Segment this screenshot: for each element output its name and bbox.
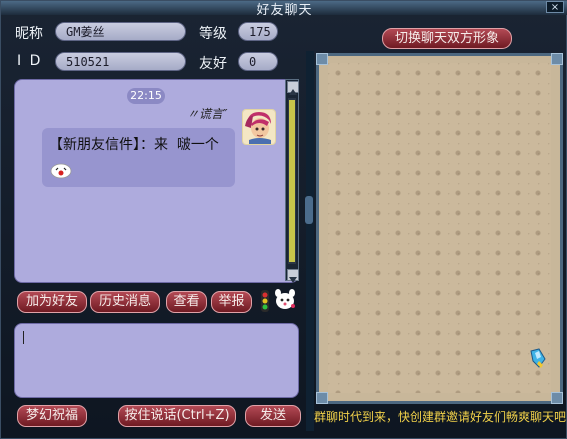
nickname-label: 昵称 — [15, 26, 43, 42]
close-icon: × — [550, 2, 560, 13]
frame-corner — [316, 53, 328, 65]
traffic-light-icon — [260, 289, 270, 313]
friend-chat-window: 好友聊天 × 昵称 GM姜丝 等级 175 I D 510521 友好 0 22… — [0, 0, 567, 439]
window-title: 好友聊天 — [256, 3, 313, 18]
message-input[interactable] — [14, 323, 299, 398]
history-button[interactable]: 历史消息 — [90, 291, 160, 313]
level-field: 175 — [238, 22, 278, 41]
panel-divider — [306, 51, 314, 431]
push-to-talk-button[interactable]: 按住说话(Ctrl+Z) — [118, 405, 236, 427]
message-text: 【新朋友信件】：来 啵一个 — [49, 137, 219, 153]
switch-appearance-button[interactable]: 切换聊天双方形象 — [382, 28, 512, 49]
blessing-button[interactable]: 梦幻祝福 — [17, 405, 87, 427]
avatar[interactable] — [242, 109, 276, 145]
chat-scrollbar[interactable] — [285, 79, 299, 283]
portrait-area — [328, 63, 551, 393]
sender-name: 〃谎言″ — [187, 107, 228, 121]
gem-icon[interactable] — [529, 347, 547, 369]
send-button[interactable]: 发送 — [245, 405, 301, 427]
scroll-down-arrow[interactable] — [287, 269, 299, 283]
group-chat-notice[interactable]: 群聊时代到来，快创建群邀请好友们畅爽聊天吧 — [314, 408, 567, 425]
frame-corner — [316, 392, 328, 404]
level-label: 等级 — [199, 26, 227, 42]
close-button[interactable]: × — [546, 1, 564, 13]
text-caret — [23, 331, 24, 344]
nickname-field: GM姜丝 — [55, 22, 186, 41]
title-bar[interactable]: 好友聊天 × — [1, 1, 567, 18]
frame-corner — [551, 53, 563, 65]
view-button[interactable]: 查看 — [166, 291, 207, 313]
id-label: I D — [17, 53, 43, 69]
add-friend-button[interactable]: 加为好友 — [17, 291, 87, 313]
pet-icon[interactable] — [273, 288, 297, 310]
friendship-field: 0 — [238, 52, 278, 71]
frame-corner — [551, 392, 563, 404]
scroll-up-arrow[interactable] — [287, 81, 299, 95]
scroll-thumb[interactable] — [289, 100, 295, 262]
emoji-icon — [50, 163, 72, 179]
message-timestamp: 22:15 — [127, 88, 165, 104]
collapse-handle[interactable] — [305, 196, 313, 224]
id-field: 510521 — [55, 52, 186, 71]
report-button[interactable]: 举报 — [211, 291, 252, 313]
friendship-label: 友好 — [199, 56, 227, 72]
